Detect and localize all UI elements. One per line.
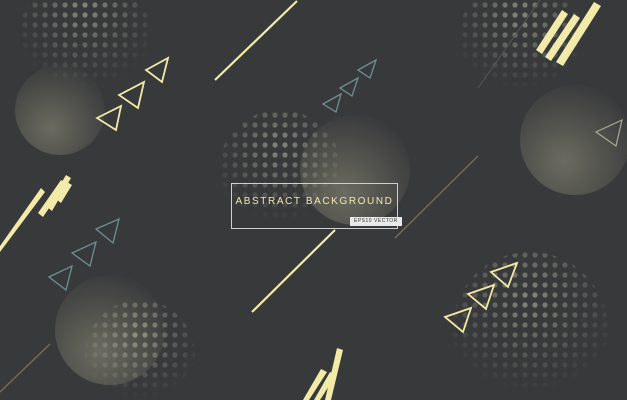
abstract-background: ABSTRACT BACKGROUND EPS10 VECTOR <box>0 0 627 400</box>
glow-circle-left <box>15 65 105 155</box>
banner-title: ABSTRACT BACKGROUND <box>235 196 394 207</box>
glow-circle-bottom-left <box>55 275 165 385</box>
glow-circle-right <box>520 85 627 195</box>
eps-badge: EPS10 VECTOR <box>350 217 402 226</box>
